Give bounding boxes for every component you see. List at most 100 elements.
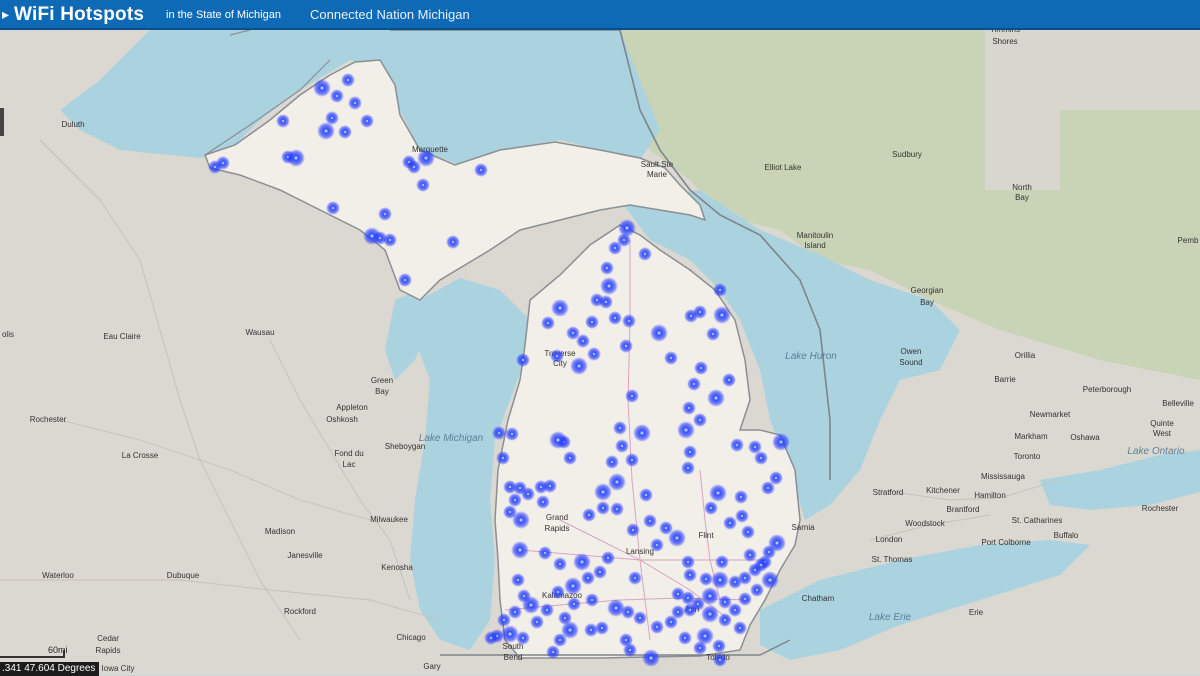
wifi-hotspot-marker[interactable] bbox=[546, 645, 560, 659]
wifi-hotspot-marker[interactable] bbox=[582, 508, 596, 522]
wifi-hotspot-marker[interactable] bbox=[683, 445, 697, 459]
wifi-hotspot-marker[interactable] bbox=[754, 558, 768, 572]
side-panel-toggle[interactable] bbox=[0, 108, 4, 136]
wifi-hotspot-marker[interactable] bbox=[668, 529, 686, 547]
wifi-hotspot-marker[interactable] bbox=[600, 277, 618, 295]
wifi-hotspot-marker[interactable] bbox=[642, 649, 660, 667]
wifi-hotspot-marker[interactable] bbox=[378, 207, 392, 221]
wifi-hotspot-marker[interactable] bbox=[540, 603, 554, 617]
wifi-hotspot-marker[interactable] bbox=[551, 585, 565, 599]
wifi-hotspot-marker[interactable] bbox=[738, 592, 752, 606]
wifi-hotspot-marker[interactable] bbox=[538, 546, 552, 560]
wifi-hotspot-marker[interactable] bbox=[287, 149, 305, 167]
wifi-hotspot-marker[interactable] bbox=[599, 295, 613, 309]
wifi-hotspot-marker[interactable] bbox=[536, 495, 550, 509]
wifi-hotspot-marker[interactable] bbox=[707, 389, 725, 407]
wifi-hotspot-marker[interactable] bbox=[570, 357, 588, 375]
wifi-hotspot-marker[interactable] bbox=[682, 401, 696, 415]
wifi-hotspot-marker[interactable] bbox=[417, 149, 435, 167]
wifi-hotspot-marker[interactable] bbox=[608, 241, 622, 255]
map-view[interactable]: Marquette Sault Ste Marie Duluth Elliot Lake… bbox=[0, 30, 1200, 675]
wifi-hotspot-marker[interactable] bbox=[446, 235, 460, 249]
wifi-hotspot-marker[interactable] bbox=[633, 424, 651, 442]
wifi-hotspot-marker[interactable] bbox=[567, 597, 581, 611]
connected-nation-link[interactable]: Connected Nation Michigan bbox=[310, 7, 470, 22]
wifi-hotspot-marker[interactable] bbox=[643, 514, 657, 528]
wifi-hotspot-marker[interactable] bbox=[735, 509, 749, 523]
wifi-hotspot-marker[interactable] bbox=[622, 314, 636, 328]
wifi-hotspot-marker[interactable] bbox=[683, 603, 697, 617]
wifi-hotspot-marker[interactable] bbox=[623, 643, 637, 657]
wifi-hotspot-marker[interactable] bbox=[613, 421, 627, 435]
wifi-hotspot-marker[interactable] bbox=[341, 73, 355, 87]
wifi-hotspot-marker[interactable] bbox=[595, 621, 609, 635]
wifi-hotspot-marker[interactable] bbox=[605, 455, 619, 469]
wifi-hotspot-marker[interactable] bbox=[638, 247, 652, 261]
wifi-hotspot-marker[interactable] bbox=[496, 451, 510, 465]
wifi-hotspot-marker[interactable] bbox=[671, 605, 685, 619]
wifi-hotspot-marker[interactable] bbox=[693, 413, 707, 427]
wifi-hotspot-marker[interactable] bbox=[587, 347, 601, 361]
wifi-hotspot-marker[interactable] bbox=[600, 261, 614, 275]
wifi-hotspot-marker[interactable] bbox=[768, 534, 786, 552]
wifi-hotspot-marker[interactable] bbox=[325, 111, 339, 125]
wifi-hotspot-marker[interactable] bbox=[492, 426, 506, 440]
wifi-hotspot-marker[interactable] bbox=[650, 538, 664, 552]
wifi-hotspot-marker[interactable] bbox=[326, 201, 340, 215]
wifi-hotspot-marker[interactable] bbox=[511, 573, 525, 587]
wifi-hotspot-marker[interactable] bbox=[713, 653, 727, 667]
wifi-hotspot-marker[interactable] bbox=[713, 283, 727, 297]
wifi-hotspot-marker[interactable] bbox=[711, 571, 729, 589]
wifi-hotspot-marker[interactable] bbox=[693, 305, 707, 319]
wifi-hotspot-marker[interactable] bbox=[512, 511, 530, 529]
wifi-hotspot-marker[interactable] bbox=[650, 324, 668, 342]
wifi-hotspot-marker[interactable] bbox=[543, 479, 557, 493]
wifi-hotspot-marker[interactable] bbox=[639, 488, 653, 502]
wifi-hotspot-marker[interactable] bbox=[678, 631, 692, 645]
wifi-hotspot-marker[interactable] bbox=[741, 525, 755, 539]
wifi-hotspot-marker[interactable] bbox=[208, 160, 222, 174]
wifi-hotspot-marker[interactable] bbox=[511, 541, 529, 559]
wifi-hotspot-marker[interactable] bbox=[704, 501, 718, 515]
wifi-hotspot-marker[interactable] bbox=[693, 641, 707, 655]
wifi-hotspot-marker[interactable] bbox=[681, 461, 695, 475]
wifi-hotspot-marker[interactable] bbox=[619, 339, 633, 353]
wifi-hotspot-marker[interactable] bbox=[330, 89, 344, 103]
wifi-hotspot-marker[interactable] bbox=[501, 625, 519, 643]
wifi-hotspot-marker[interactable] bbox=[687, 377, 701, 391]
wifi-hotspot-marker[interactable] bbox=[593, 565, 607, 579]
wifi-hotspot-marker[interactable] bbox=[772, 433, 790, 451]
wifi-hotspot-marker[interactable] bbox=[715, 555, 729, 569]
wifi-hotspot-marker[interactable] bbox=[585, 593, 599, 607]
wifi-hotspot-marker[interactable] bbox=[683, 568, 697, 582]
wifi-hotspot-marker[interactable] bbox=[681, 555, 695, 569]
wifi-hotspot-marker[interactable] bbox=[484, 631, 498, 645]
wifi-hotspot-marker[interactable] bbox=[553, 557, 567, 571]
wifi-hotspot-marker[interactable] bbox=[633, 611, 647, 625]
wifi-hotspot-marker[interactable] bbox=[718, 613, 732, 627]
wifi-hotspot-marker[interactable] bbox=[398, 273, 412, 287]
wifi-hotspot-marker[interactable] bbox=[516, 353, 530, 367]
wifi-hotspot-marker[interactable] bbox=[626, 523, 640, 537]
wifi-hotspot-marker[interactable] bbox=[694, 361, 708, 375]
wifi-hotspot-marker[interactable] bbox=[541, 316, 555, 330]
wifi-hotspot-marker[interactable] bbox=[628, 571, 642, 585]
wifi-hotspot-marker[interactable] bbox=[730, 438, 744, 452]
wifi-hotspot-marker[interactable] bbox=[585, 315, 599, 329]
wifi-hotspot-marker[interactable] bbox=[713, 306, 731, 324]
wifi-hotspot-marker[interactable] bbox=[625, 389, 639, 403]
wifi-hotspot-marker[interactable] bbox=[723, 516, 737, 530]
wifi-hotspot-marker[interactable] bbox=[677, 421, 695, 439]
wifi-hotspot-marker[interactable] bbox=[706, 327, 720, 341]
wifi-hotspot-marker[interactable] bbox=[664, 351, 678, 365]
wifi-hotspot-marker[interactable] bbox=[573, 553, 591, 571]
wifi-hotspot-marker[interactable] bbox=[718, 595, 732, 609]
wifi-hotspot-marker[interactable] bbox=[625, 453, 639, 467]
wifi-hotspot-marker[interactable] bbox=[522, 596, 540, 614]
wifi-hotspot-marker[interactable] bbox=[712, 639, 726, 653]
wifi-hotspot-marker[interactable] bbox=[596, 501, 610, 515]
wifi-hotspot-marker[interactable] bbox=[615, 439, 629, 453]
wifi-hotspot-marker[interactable] bbox=[505, 427, 519, 441]
wifi-hotspot-marker[interactable] bbox=[601, 551, 615, 565]
wifi-hotspot-marker[interactable] bbox=[722, 373, 736, 387]
